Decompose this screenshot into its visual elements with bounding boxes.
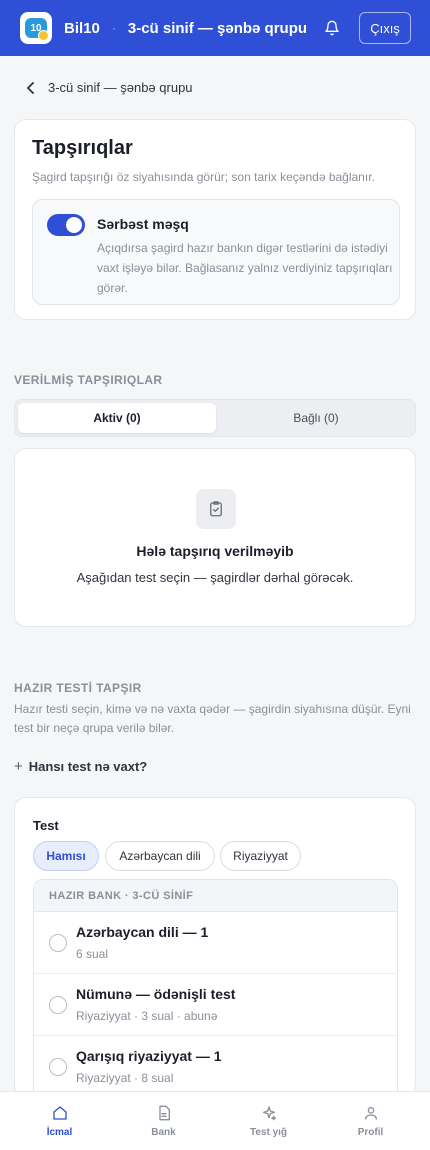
nav-label: Test yığ <box>249 1127 288 1138</box>
when-which-test-label: Hansı test nə vaxt? <box>28 759 148 774</box>
nav-item-profile[interactable]: Profil <box>317 1092 424 1150</box>
plus-icon: + <box>14 758 23 775</box>
assign-description: Hazır testi seçin, kimə və nə vaxta qədə… <box>14 702 411 735</box>
empty-state-card: Hələ tapşırıq verilməyib Aşağıdan test s… <box>14 448 416 627</box>
empty-description: Aşağıdan test seçin — şagirdlər dərhal g… <box>76 570 354 585</box>
user-icon <box>364 1107 377 1120</box>
home-icon <box>52 1106 67 1120</box>
empty-title: Hələ tapşırıq verilməyib <box>136 543 294 559</box>
tab-active[interactable]: Aktiv (0) <box>18 403 216 433</box>
test-meta: Riyaziyyat · 3 sual · abunə <box>76 1009 218 1023</box>
assigned-section-label: VERİLMİŞ TAPŞIRIQLAR <box>14 373 163 387</box>
logo-check-icon <box>38 30 49 41</box>
document-icon <box>158 1105 170 1121</box>
toggle-knob <box>66 217 82 233</box>
test-bank-list: HAZIR BANK · 3-CÜ SİNİF Azərbaycan dili … <box>33 879 398 1119</box>
test-title: Nümunə — ödənişli test <box>76 986 236 1002</box>
radio-button[interactable] <box>49 934 67 952</box>
radio-button[interactable] <box>49 1058 67 1076</box>
list-item[interactable]: Nümunə — ödənişli test Riyaziyyat · 3 su… <box>34 974 397 1036</box>
test-picker-card: Test Hamısı Azərbaycan dili Riyaziyyat H… <box>14 797 416 1119</box>
test-meta: Riyaziyyat · 8 sual <box>76 1071 174 1085</box>
page-title: Tapşırıqlar <box>32 137 133 159</box>
assigned-tabs: Aktiv (0) Bağlı (0) <box>14 399 416 437</box>
tasks-subtitle: Şagird tapşırığı öz siyahısında görür; s… <box>32 170 375 184</box>
header-separator: · <box>111 21 116 35</box>
tab-closed[interactable]: Bağlı (0) <box>217 403 415 433</box>
tasks-card: Tapşırıqlar Şagird tapşırığı öz siyahısı… <box>14 119 416 320</box>
filter-chip-azerbaijani[interactable]: Azərbaycan dili <box>105 841 215 871</box>
nav-item-test-builder[interactable]: Test yığ <box>215 1092 322 1150</box>
practice-setting: Sərbəst məşq Açıqdırsa şagird hazır bank… <box>32 199 400 305</box>
bottom-nav: İcmal Bank Test yığ Profil <box>0 1091 430 1150</box>
practice-toggle[interactable] <box>47 214 85 236</box>
nav-item-bank[interactable]: Bank <box>110 1092 217 1150</box>
back-link[interactable]: 3-cü sinif — şənbə qrupu <box>26 80 193 95</box>
header-group-title: 3-cü sinif — şənbə qrupu <box>127 19 308 37</box>
sparkle-icon <box>262 1106 276 1121</box>
test-meta: 6 sual <box>76 947 109 961</box>
practice-description: Açıqdırsa şagird hazır bankın digər test… <box>97 241 393 295</box>
app-logo[interactable]: 10 <box>20 12 52 44</box>
practice-title: Sərbəst məşq <box>97 216 189 232</box>
test-label: Test <box>33 818 59 833</box>
assign-section-label: HAZIR TESTİ TAPŞIR <box>14 681 142 695</box>
when-which-test-toggle[interactable]: + Hansı test nə vaxt? <box>14 758 147 775</box>
radio-button[interactable] <box>49 996 67 1014</box>
logo-bubble-icon: 10 <box>25 18 49 41</box>
bell-icon[interactable] <box>322 18 342 38</box>
list-item[interactable]: Azərbaycan dili — 1 6 sual <box>34 912 397 974</box>
nav-label: Bank <box>151 1127 176 1138</box>
test-title: Azərbaycan dili — 1 <box>76 924 209 940</box>
bank-header: HAZIR BANK · 3-CÜ SİNİF <box>34 880 397 912</box>
nav-item-overview[interactable]: İcmal <box>6 1092 113 1150</box>
logout-button[interactable]: Çıxış <box>359 12 411 44</box>
clipboard-check-icon <box>196 489 236 529</box>
list-item[interactable]: Qarışıq riyaziyyat — 1 Riyaziyyat · 8 su… <box>34 1036 397 1098</box>
chevron-left-icon <box>27 81 34 94</box>
back-link-label: 3-cü sinif — şənbə qrupu <box>48 80 193 95</box>
filter-chip-all[interactable]: Hamısı <box>33 841 99 871</box>
test-title: Qarışıq riyaziyyat — 1 <box>76 1048 222 1064</box>
filter-chip-math[interactable]: Riyaziyyat <box>220 841 301 871</box>
nav-label: Profil <box>357 1127 384 1138</box>
nav-label: İcmal <box>46 1127 73 1138</box>
brand-name: Bil10 <box>64 19 100 37</box>
